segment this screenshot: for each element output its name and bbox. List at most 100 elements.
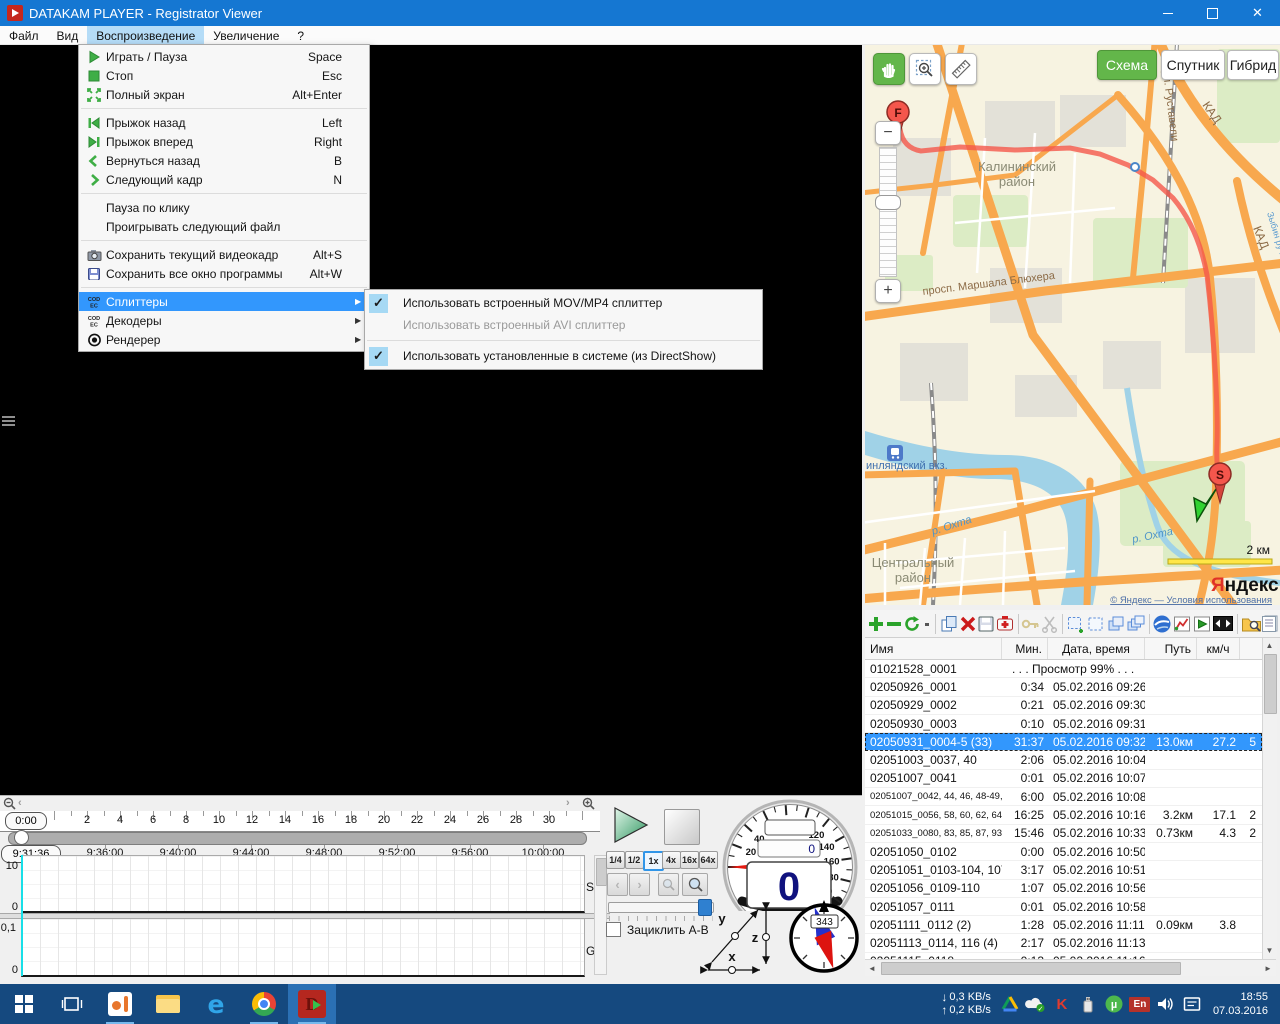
column-header-4[interactable]: км/ч (1197, 638, 1240, 659)
map-view-satellite-button[interactable]: Спутник (1161, 50, 1225, 80)
first-aid-button[interactable] (995, 613, 1015, 635)
taskbar-chrome[interactable] (240, 984, 288, 1024)
menu-item-декодеры[interactable]: CODECДекодеры▶ (79, 311, 369, 330)
scroll-up-icon[interactable]: ▲ (1263, 638, 1276, 652)
taskbar-edge[interactable]: e (192, 984, 240, 1024)
menu-item-вернуться-назад[interactable]: Вернуться назадB (79, 151, 369, 170)
column-header-1[interactable]: Мин. (1002, 638, 1048, 659)
loop-ab-checkbox[interactable] (606, 922, 621, 937)
maximize-button[interactable] (1190, 0, 1235, 26)
panel-list-button[interactable] (1258, 613, 1280, 635)
volume-icon[interactable] (1153, 984, 1179, 1024)
file-row[interactable]: 02051003_0037, 402:0605.02.2016 10:04 (865, 751, 1262, 769)
timeline-minute-ruler[interactable]: 24681012141618202224262830 (0, 811, 600, 832)
graph-scrollbar[interactable] (594, 855, 607, 975)
file-row[interactable]: 02051113_0114, 116 (4)2:1705.02.2016 11:… (865, 934, 1262, 952)
menubar-item-файл[interactable]: Файл (0, 26, 48, 45)
play-button[interactable] (611, 806, 651, 849)
more-button[interactable] (921, 613, 932, 635)
menubar-item-воспроизведение[interactable]: Воспроизведение (87, 26, 204, 45)
file-row[interactable]: 02051051_0103-104, 107 (6)3:1705.02.2016… (865, 861, 1262, 879)
select-add-button[interactable] (1066, 613, 1086, 635)
save-button[interactable] (977, 613, 995, 635)
speed-4x-button[interactable]: 4x (662, 851, 681, 869)
timeline-progress-bar[interactable] (8, 832, 587, 845)
file-row[interactable]: 02050929_00020:2105.02.2016 09:30 (865, 697, 1262, 715)
speed-1x-button[interactable]: 1x (643, 851, 664, 871)
language-indicator[interactable]: En (1127, 984, 1153, 1024)
timeline-progress-knob[interactable] (14, 830, 29, 845)
speed-1-4-button[interactable]: 1/4 (606, 851, 625, 869)
track-map-add-button[interactable] (1192, 613, 1212, 635)
file-row[interactable]: 02050926_00010:3405.02.2016 09:26 (865, 678, 1262, 696)
frame-export-button[interactable] (1212, 613, 1234, 635)
menubar-item-?[interactable]: ? (288, 26, 313, 45)
file-row[interactable]: 02051033_0080, 83, 85, 87, 93, 96 (22)15… (865, 825, 1262, 843)
file-list-header[interactable]: ИмяМин.Дата, времяПутькм/ч (865, 638, 1262, 660)
map-canvas[interactable]: Калининский район Центральный район прос… (865, 43, 1280, 605)
map-zoom-out-button[interactable]: − (875, 121, 901, 145)
file-row[interactable]: 02051111_0112 (2)1:2805.02.2016 11:110.0… (865, 916, 1262, 934)
select-button[interactable] (1086, 613, 1106, 635)
start-button[interactable] (0, 984, 48, 1024)
stop-button[interactable] (664, 809, 700, 845)
filelist-vscrollbar[interactable]: ▲ ▼ (1262, 638, 1277, 959)
copy-button[interactable] (939, 613, 959, 635)
remove-button[interactable] (885, 613, 903, 635)
menu-item-проигрывать-следующий-файл[interactable]: Проигрывать следующий файл (79, 217, 369, 236)
taskbar-media-app[interactable] (96, 984, 144, 1024)
speed-64x-button[interactable]: 64x (699, 851, 718, 869)
layers-button[interactable] (1106, 613, 1126, 635)
map-zoom-handle[interactable] (875, 195, 901, 210)
add-button[interactable] (867, 613, 885, 635)
column-header-3[interactable]: Путь (1145, 638, 1197, 659)
refresh-button[interactable] (903, 613, 921, 635)
graph-zoom-out-button[interactable] (658, 873, 679, 896)
map-copyright[interactable]: © Яндекс — Условия использования (1110, 595, 1272, 605)
cloud-sync-icon[interactable]: ✓ (1023, 984, 1049, 1024)
track-map-button[interactable] (1172, 613, 1192, 635)
taskbar-datakam-player[interactable]: D (288, 984, 336, 1024)
scroll-down-icon[interactable]: ▼ (1263, 943, 1276, 957)
taskbar-clock[interactable]: 18:55 07.03.2016 (1213, 990, 1268, 1018)
filelist-hscrollbar[interactable]: ◄ ► (865, 959, 1276, 976)
utorrent-icon[interactable]: µ (1101, 984, 1127, 1024)
graph-zoom-in-button[interactable] (682, 873, 708, 896)
timeline-scroll-left-icon[interactable]: ‹ (18, 797, 22, 809)
file-row[interactable]: 02051007_00410:0105.02.2016 10:07 (865, 770, 1262, 788)
titlebar[interactable]: DATAKAM PLAYER - Registrator Viewer ✕ (0, 0, 1280, 26)
menu-item-играть-пауза[interactable]: Играть / ПаузаSpace (79, 47, 369, 66)
submenu-item[interactable]: Использовать встроенный AVI сплиттер (365, 314, 762, 336)
speed-1-2-button[interactable]: 1/2 (625, 851, 644, 869)
usb-icon[interactable] (1075, 984, 1101, 1024)
file-row[interactable]: 02051015_0056, 58, 60, 62, 64, 71, 75 (.… (865, 806, 1262, 824)
graph-splitter[interactable] (0, 913, 610, 919)
submenu-item[interactable]: ✓Использовать установленные в системе (и… (365, 345, 762, 367)
key-button[interactable] (1021, 613, 1041, 635)
column-header-0[interactable]: Имя (865, 638, 1002, 659)
delete-button[interactable] (959, 613, 977, 635)
google-earth-button[interactable] (1152, 613, 1172, 635)
menu-item-прыжок-назад[interactable]: Прыжок назадLeft (79, 113, 369, 132)
map-view-scheme-button[interactable]: Схема (1097, 50, 1157, 80)
kaspersky-icon[interactable]: K (1049, 984, 1075, 1024)
cut-button[interactable] (1041, 613, 1059, 635)
menu-item-рендерер[interactable]: Рендерер▶ (79, 330, 369, 349)
taskbar-explorer[interactable] (144, 984, 192, 1024)
file-row[interactable]: 02051056_0109-1101:0705.02.2016 10:56 (865, 880, 1262, 898)
minimize-button[interactable] (1145, 0, 1190, 26)
menu-item-сохранить-текущий-видеокадр[interactable]: Сохранить текущий видеокадрAlt+S (79, 245, 369, 264)
menu-item-прыжок-вперед[interactable]: Прыжок впередRight (79, 132, 369, 151)
gdrive-icon[interactable] (997, 984, 1023, 1024)
file-row[interactable]: 02051007_0042, 44, 46, 48-49, 51-52 (1..… (865, 788, 1262, 806)
file-row[interactable]: 02051050_01020:0005.02.2016 10:50 (865, 843, 1262, 861)
scroll-left-icon[interactable]: ◄ (865, 961, 879, 975)
column-header-2[interactable]: Дата, время (1048, 638, 1145, 659)
action-center-icon[interactable] (1179, 984, 1205, 1024)
close-button[interactable]: ✕ (1235, 0, 1280, 26)
file-row[interactable]: 01021528_0001. . . Просмотр 99% . . . (865, 660, 1262, 678)
panel-toggle-icon[interactable] (2, 416, 15, 428)
menu-item-полный-экран[interactable]: Полный экранAlt+Enter (79, 85, 369, 104)
menubar-item-увеличение[interactable]: Увеличение (204, 26, 288, 45)
menu-item-пауза-по-клику[interactable]: Пауза по клику (79, 198, 369, 217)
